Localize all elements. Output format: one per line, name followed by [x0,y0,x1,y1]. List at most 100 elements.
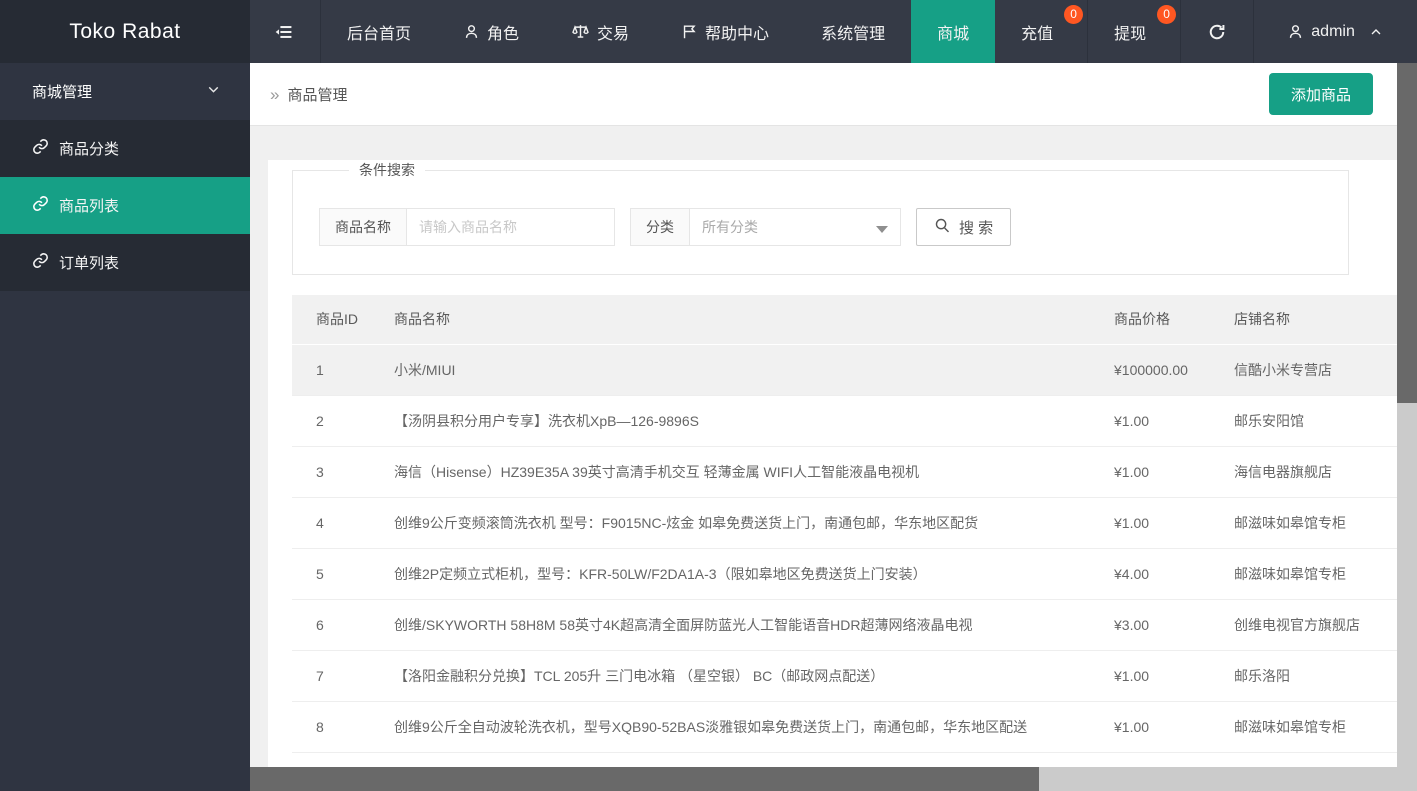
search-panel-legend: 条件搜索 [359,162,415,178]
cell-shop-name: 信酷小米专营店 [1234,361,1332,378]
user-icon [1287,23,1304,40]
refresh-icon [1207,22,1227,42]
horizontal-scrollbar[interactable] [250,767,1417,791]
table-row: 7 【洛阳金融积分兑换】TCL 205升 三门电冰箱 （星空银） BC（邮政网点… [292,650,1397,701]
link-icon [32,252,49,273]
cell-goods-price: ¥1.00 [1114,463,1150,480]
cell-goods-id: 1 [316,361,324,378]
goods-name-label: 商品名称 [319,208,406,246]
chevron-down-icon [205,81,222,102]
scale-icon [571,22,590,41]
breadcrumb: » 商品管理 [270,84,347,105]
cell-goods-id: 3 [316,463,324,480]
sidebar-item-label: 订单列表 [59,255,120,272]
sidebar-submenu: 商品分类 商品列表 订单列表 [0,120,250,291]
cell-goods-id: 8 [316,718,324,735]
table-row: 6 创维/SKYWORTH 58H8M 58英寸4K超高清全面屏防蓝光人工智能语… [292,599,1397,650]
nav-item-home[interactable]: 后台首页 [321,0,437,63]
nav-item-label: 充值 [1021,25,1054,43]
horizontal-scrollbar-thumb[interactable] [250,767,1039,791]
top-navbar: Toko Rabat 后台首页 角色 交易 帮助中心 系统管理 商城 充值 0 … [0,0,1417,63]
cell-goods-name: 创维9公斤全自动波轮洗衣机，型号XQB90-52BAS淡雅银如皋免费送货上门，南… [394,718,1028,735]
goods-name-input[interactable] [406,208,615,246]
nav-item-label: 角色 [487,25,520,43]
nav-item-system[interactable]: 系统管理 [795,0,911,63]
goods-card: 条件搜索 商品名称 分类 所有分类 [268,160,1397,791]
cell-goods-id: 6 [316,616,324,633]
cell-shop-name: 邮滋味如皋馆专柜 [1234,514,1346,531]
cell-shop-name: 邮乐洛阳 [1234,667,1290,684]
cell-goods-id: 7 [316,667,324,684]
column-header-shop: 店铺名称 [1210,295,1397,345]
link-icon [32,195,49,216]
add-goods-button[interactable]: 添加商品 [1268,73,1373,115]
cell-goods-id: 5 [316,565,324,582]
category-group: 分类 所有分类 [630,208,901,246]
nav-item-help-center[interactable]: 帮助中心 [655,0,795,63]
user-icon [463,23,480,40]
sidebar-group-label: 商城管理 [32,84,93,101]
cell-goods-id: 4 [316,514,324,531]
cell-goods-price: ¥100000.00 [1114,361,1188,378]
cell-goods-name: 小米/MIUI [394,361,456,378]
cell-shop-name: 创维电视官方旗舰店 [1234,616,1360,633]
sidebar-item-label: 商品分类 [59,141,120,158]
cell-shop-name: 邮乐安阳馆 [1234,412,1304,429]
cell-goods-name: 创维2P定频立式柜机，型号：KFR-50LW/F2DA1A-3（限如皋地区免费送… [394,565,927,582]
category-select[interactable]: 所有分类 [689,208,901,246]
top-menu: 后台首页 角色 交易 帮助中心 系统管理 商城 充值 0 提现 0 admin [250,0,1417,63]
sidebar-item-goods-category[interactable]: 商品分类 [0,120,250,177]
table-row: 5 创维2P定频立式柜机，型号：KFR-50LW/F2DA1A-3（限如皋地区免… [292,548,1397,599]
search-button[interactable]: 搜 索 [916,208,1012,246]
admin-username: admin [1311,22,1355,40]
vertical-scrollbar[interactable] [1397,63,1417,791]
nav-item-mall[interactable]: 商城 [911,0,996,63]
cell-goods-price: ¥4.00 [1114,565,1150,582]
hamburger-icon [274,21,296,43]
search-button-label: 搜 索 [959,219,994,237]
nav-item-trade[interactable]: 交易 [545,0,655,63]
page-header: » 商品管理 添加商品 [250,63,1397,126]
search-icon [934,217,951,238]
column-header-price: 商品价格 [1090,295,1210,345]
nav-item-withdraw[interactable]: 提现 0 [1087,0,1180,63]
admin-menu[interactable]: admin [1253,0,1417,63]
refresh-button[interactable] [1180,0,1253,63]
chevron-up-icon [1368,24,1384,40]
sidebar-toggle-button[interactable] [250,0,321,63]
cell-shop-name: 邮滋味如皋馆专柜 [1234,565,1346,582]
caret-down-icon [876,226,888,233]
goods-name-group: 商品名称 [319,208,615,246]
column-header-name: 商品名称 [370,295,1090,345]
vertical-scrollbar-thumb[interactable] [1397,63,1417,403]
cell-goods-price: ¥1.00 [1114,514,1150,531]
withdraw-badge: 0 [1157,5,1177,24]
cell-goods-name: 创维/SKYWORTH 58H8M 58英寸4K超高清全面屏防蓝光人工智能语音H… [394,616,973,633]
table-row: 1 小米/MIUI ¥100000.00 信酷小米专营店 [292,344,1397,395]
search-panel: 条件搜索 商品名称 分类 所有分类 [292,160,1349,275]
cell-goods-name: 海信（Hisense）HZ39E35A 39英寸高清手机交互 轻薄金属 WIFI… [394,463,920,480]
nav-item-label: 系统管理 [821,25,886,43]
nav-item-roles[interactable]: 角色 [437,0,545,63]
goods-table: 商品ID 商品名称 商品价格 店铺名称 1 小米/MIUI ¥100000.00… [292,295,1397,791]
table-row: 2 【汤阴县积分用户专享】洗衣机XpB—126-9896S ¥1.00 邮乐安阳… [292,395,1397,446]
sidebar-group-mall-management[interactable]: 商城管理 [0,63,250,120]
sidebar-item-order-list[interactable]: 订单列表 [0,234,250,291]
sidebar-item-label: 商品列表 [59,198,120,215]
cell-goods-name: 【洛阳金融积分兑换】TCL 205升 三门电冰箱 （星空银） BC（邮政网点配送… [394,667,885,684]
cell-shop-name: 海信电器旗舰店 [1234,463,1332,480]
cell-goods-id: 2 [316,412,324,429]
link-icon [32,138,49,159]
main-content: » 商品管理 添加商品 条件搜索 商品名称 分类 所有分类 [250,63,1417,791]
nav-item-label: 后台首页 [347,25,412,43]
cell-goods-price: ¥1.00 [1114,718,1150,735]
sidebar: 商城管理 商品分类 商品列表 订单列表 [0,63,250,791]
nav-item-label: 商城 [937,25,970,43]
cell-shop-name: 邮滋味如皋馆专柜 [1234,718,1346,735]
nav-item-recharge[interactable]: 充值 0 [995,0,1087,63]
cell-goods-price: ¥1.00 [1114,667,1150,684]
sidebar-item-goods-list[interactable]: 商品列表 [0,177,250,234]
nav-item-label: 交易 [597,25,630,43]
category-selected-value: 所有分类 [702,219,758,235]
table-row: 8 创维9公斤全自动波轮洗衣机，型号XQB90-52BAS淡雅银如皋免费送货上门… [292,701,1397,752]
